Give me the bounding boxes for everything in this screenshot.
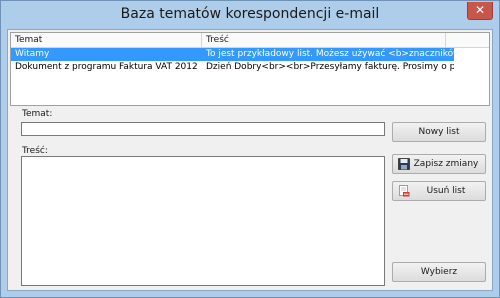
tresc-label: Treść: [22, 146, 48, 156]
column-header-temat[interactable]: Temat [11, 33, 202, 47]
delete-document-icon [399, 185, 410, 197]
new-letter-label: Nowy list [418, 127, 460, 137]
new-letter-button[interactable]: Nowy list [392, 122, 486, 142]
row-temat: Dokument z programu Faktura VAT 2012 [15, 62, 198, 72]
list-row[interactable]: Dokument z programu Faktura VAT 2012 Dzi… [11, 61, 454, 74]
close-button[interactable]: ✕ [467, 2, 493, 20]
tresc-textarea[interactable] [21, 156, 385, 286]
list-row-selected[interactable]: Witamy To jest przykładowy list. Możesz … [11, 48, 454, 61]
title-bar[interactable]: Baza tematów korespondencji e-mail ✕ [1, 1, 499, 29]
floppy-disk-icon [398, 158, 410, 170]
delete-letter-label: Usuń list [426, 186, 466, 196]
temat-input[interactable] [21, 122, 385, 136]
save-changes-label: Zapisz zmiany [413, 159, 479, 169]
row-temat: Witamy [15, 49, 50, 59]
column-header-tresc[interactable]: Treść [202, 33, 446, 47]
select-button[interactable]: Wybierz [392, 262, 486, 282]
row-tresc: Dzień Dobry<br><br>Przesyłamy fakturę. P… [206, 62, 454, 72]
email-topics-dialog: Baza tematów korespondencji e-mail ✕ Tem… [0, 0, 500, 298]
save-changes-button[interactable]: Zapisz zmiany [392, 154, 486, 174]
close-icon: ✕ [474, 3, 486, 17]
topics-list[interactable]: Temat Treść Witamy To jest przykładowy l… [10, 32, 490, 106]
delete-letter-button[interactable]: Usuń list [392, 181, 486, 201]
select-label: Wybierz [420, 267, 458, 277]
window-title: Baza tematów korespondencji e-mail [120, 6, 380, 22]
list-header: Temat Treść [11, 33, 489, 48]
dialog-client-area: Temat Treść Witamy To jest przykładowy l… [7, 29, 493, 291]
row-tresc: To jest przykładowy list. Możesz używać … [206, 49, 454, 59]
temat-label: Temat: [22, 109, 53, 119]
